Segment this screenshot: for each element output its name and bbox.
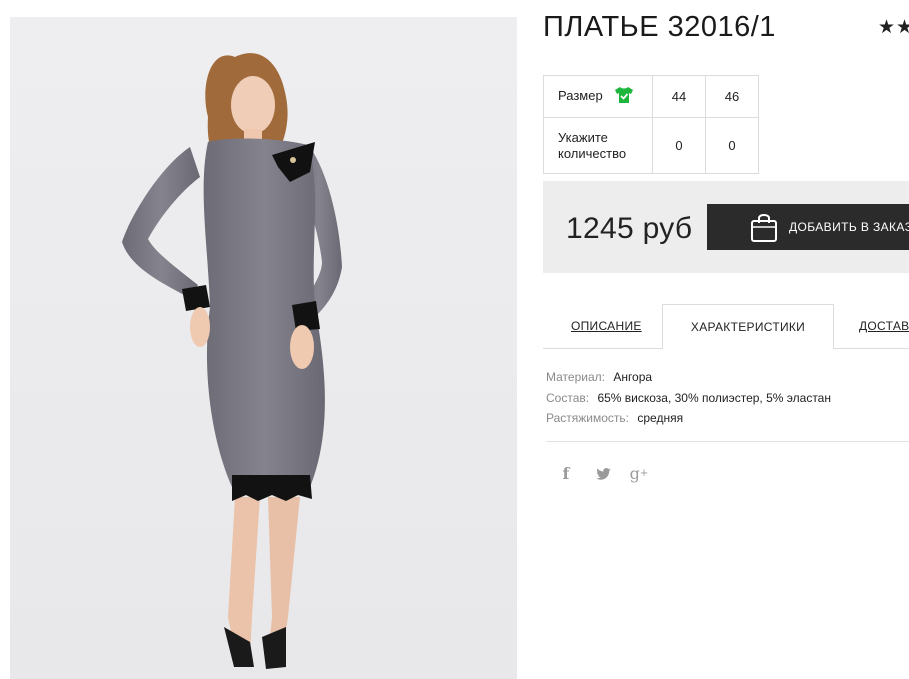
size-option-44[interactable]: 44 bbox=[652, 75, 706, 118]
add-to-order-button[interactable]: ДОБАВИТЬ В ЗАКАЗ bbox=[707, 204, 909, 250]
spec-row-composition: Состав: 65% вискоза, 30% полиэстер, 5% э… bbox=[546, 388, 831, 409]
twitter-icon[interactable] bbox=[593, 467, 613, 480]
quantity-input-44[interactable]: 0 bbox=[652, 117, 706, 174]
facebook-icon[interactable]: f bbox=[557, 464, 575, 483]
spec-value: 65% вискоза, 30% полиэстер, 5% эластан bbox=[597, 390, 831, 405]
tshirt-check-icon[interactable] bbox=[614, 86, 634, 107]
product-image[interactable] bbox=[10, 17, 517, 679]
spec-key: Растяжимость: bbox=[546, 411, 630, 425]
tab-delivery[interactable]: ДОСТАВКА bbox=[859, 304, 909, 348]
spec-key: Материал: bbox=[546, 370, 605, 384]
spec-value: Ангора bbox=[613, 370, 653, 384]
size-option-46[interactable]: 46 bbox=[705, 75, 759, 118]
google-plus-glyph: g bbox=[629, 464, 640, 483]
shopping-bag-icon bbox=[750, 211, 778, 243]
size-label: Размер bbox=[558, 87, 603, 103]
section-divider bbox=[546, 441, 909, 442]
social-share: f g + bbox=[557, 464, 650, 483]
spec-value: средняя bbox=[637, 411, 684, 425]
spec-key: Состав: bbox=[546, 390, 590, 405]
google-plus-sign: + bbox=[639, 468, 649, 479]
quantity-label: Укажите количество bbox=[543, 117, 653, 174]
add-to-order-label: ДОБАВИТЬ В ЗАКАЗ bbox=[789, 220, 909, 234]
rating-stars[interactable]: ★★ bbox=[878, 16, 909, 39]
quantity-input-46[interactable]: 0 bbox=[705, 117, 759, 174]
tab-description[interactable]: ОПИСАНИЕ bbox=[571, 304, 642, 348]
product-title: ПЛАТЬЕ 32016/1 bbox=[543, 11, 776, 43]
google-plus-icon[interactable]: g + bbox=[628, 464, 650, 483]
spec-row-material: Материал: Ангора bbox=[546, 367, 831, 388]
product-info-tabs: ОПИСАНИЕ ХАРАКТЕРИСТИКИ ДОСТАВКА bbox=[543, 304, 909, 349]
spec-row-stretch: Растяжимость: средняя bbox=[546, 408, 831, 429]
purchase-panel: 1245 руб ДОБАВИТЬ В ЗАКАЗ bbox=[543, 181, 909, 273]
characteristics-list: Материал: Ангора Состав: 65% вискоза, 30… bbox=[546, 367, 831, 429]
product-photo-illustration bbox=[10, 17, 517, 679]
size-selection-table: Размер 44 46 Укажите количество 0 0 bbox=[543, 75, 759, 174]
tab-characteristics[interactable]: ХАРАКТЕРИСТИКИ bbox=[662, 304, 834, 349]
price: 1245 руб bbox=[566, 212, 693, 245]
